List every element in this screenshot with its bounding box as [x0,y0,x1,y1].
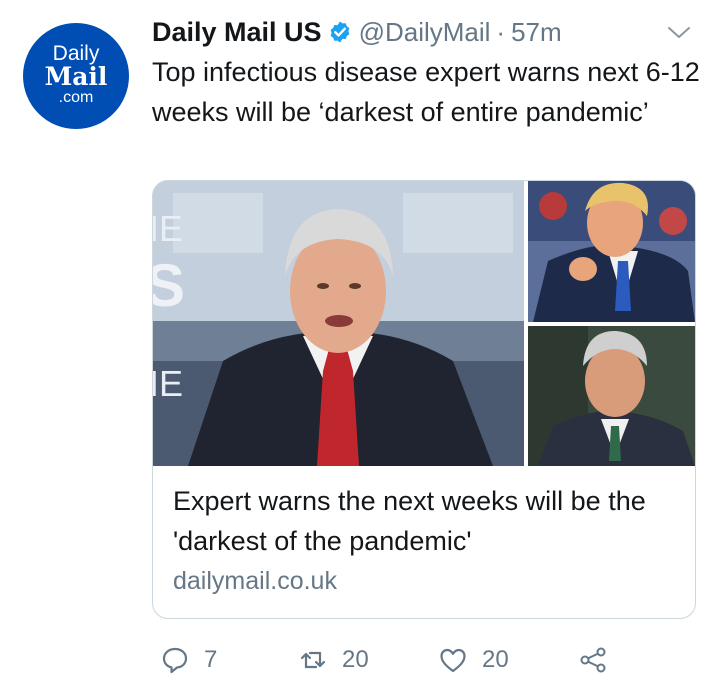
card-body: Expert warns the next weeks will be the … [173,481,683,599]
gray-haired-man-photo [528,326,695,466]
svg-text:S: S [153,252,185,319]
man-pointing-photo [528,181,695,322]
card-media: IE S IE [153,181,695,466]
card-domain: dailymail.co.uk [173,567,337,595]
avatar-text-line1: Daily [52,42,100,65]
share-button[interactable] [578,640,608,680]
expert-interview-photo: IE S IE [153,181,524,466]
avatar-text-line3: .com [58,89,94,106]
svg-text:IE: IE [153,363,183,404]
retweet-icon [300,651,326,669]
card-title: Expert warns the next weeks will be the … [173,486,646,556]
reply-icon [162,647,188,674]
heart-icon [440,648,466,673]
share-icon [580,647,606,673]
account-handle[interactable]: @DailyMail [359,17,491,48]
avatar-text-line2: Mail [44,62,108,91]
reply-count: 7 [204,646,218,673]
like-count: 20 [482,646,509,673]
like-button[interactable]: 20 [438,640,509,680]
verified-badge-icon [330,21,349,43]
svg-text:IE: IE [153,208,183,249]
retweet-count: 20 [342,646,369,673]
account-name[interactable]: Daily Mail US [152,17,322,48]
retweet-button[interactable]: 20 [298,640,369,680]
chevron-down-icon[interactable] [664,22,694,44]
reply-button[interactable]: 7 [160,640,217,680]
tweet-timestamp[interactable]: 57m [511,17,562,48]
tweet-header: Daily Mail US @DailyMail · 57m [152,14,562,50]
tweet-actions: 7 20 20 [152,640,712,680]
header-separator: · [496,16,506,47]
account-avatar[interactable]: Daily Mail .com [23,23,129,129]
tweet-text: Top infectious disease expert warns next… [152,57,700,127]
link-card[interactable]: IE S IE [152,180,696,619]
